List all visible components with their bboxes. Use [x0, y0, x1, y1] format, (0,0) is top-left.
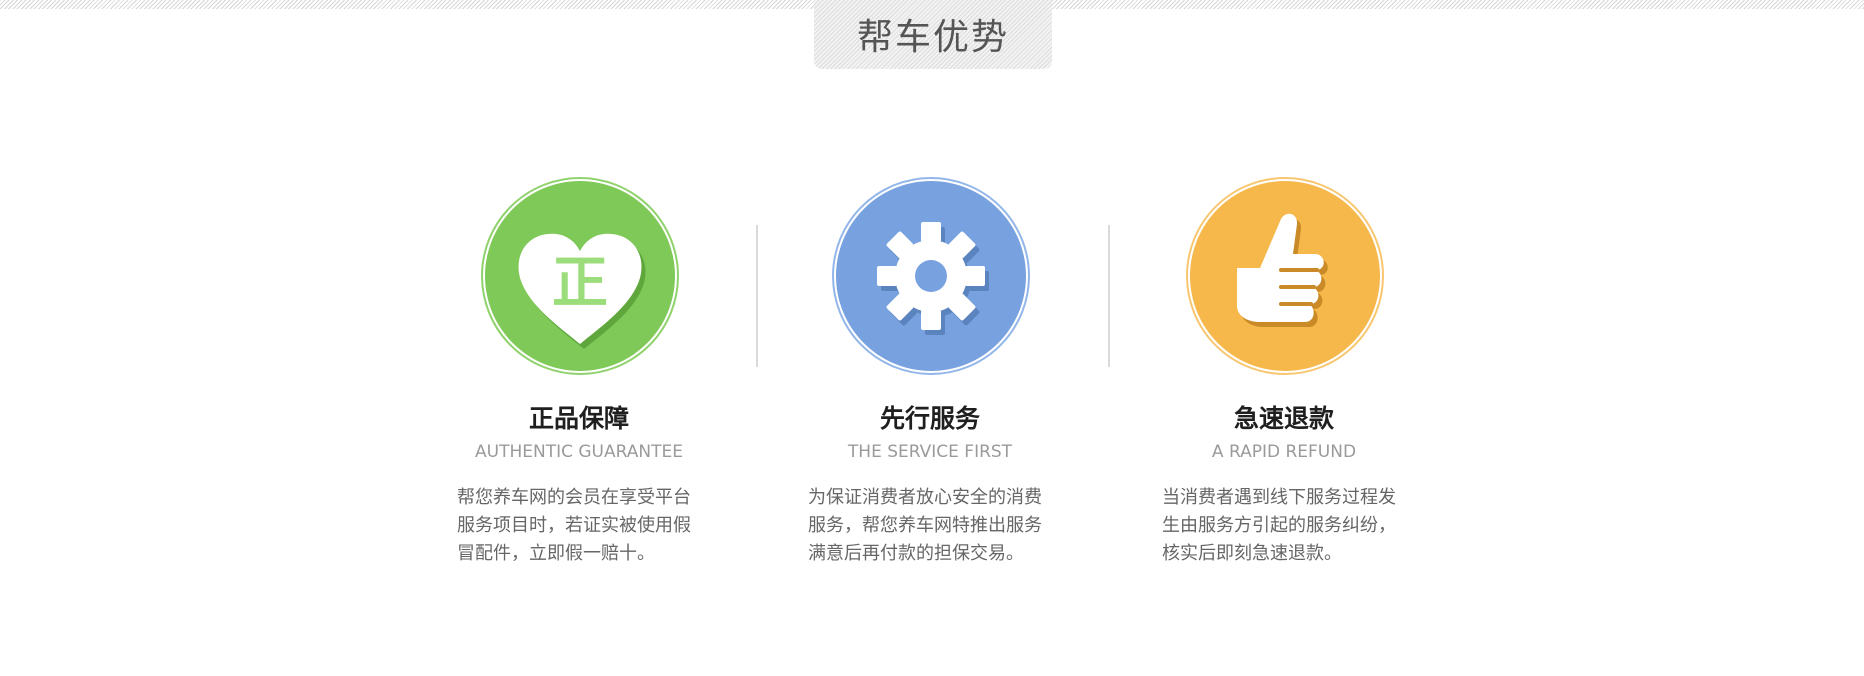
feature-subtitle: AUTHENTIC GUARANTEE	[475, 442, 683, 462]
feature-description: 当消费者遇到线下服务过程发生由服务方引起的服务纠纷，核实后即刻急速退款。	[1162, 487, 1396, 564]
heart-badge-icon: 正	[481, 177, 679, 375]
feature-title: 先行服务	[879, 404, 980, 433]
feature-title: 急速退款	[1233, 404, 1334, 433]
advantages-page: 帮车优势 正 正品保障 AUTHENTIC GUARANTEE 帮您养车网的会员…	[0, 0, 1864, 676]
feature-subtitle: THE SERVICE FIRST	[847, 442, 1013, 462]
feature-description: 帮您养车网的会员在享受平台服务项目时，若证实被使用假冒配件，立即假一赔十。	[457, 487, 691, 564]
feature-subtitle: A RAPID REFUND	[1211, 442, 1357, 462]
gear-icon	[832, 177, 1030, 375]
feature-title: 正品保障	[528, 404, 629, 433]
feature-description: 为保证消费者放心安全的消费服务，帮您养车网特推出服务满意后再付款的担保交易。	[808, 487, 1042, 564]
feature-divider	[1108, 225, 1110, 367]
authentic-guarantee-badge: 正	[480, 176, 680, 376]
thumbs-up-icon	[1186, 177, 1384, 375]
section-title-tab: 帮车优势	[814, 0, 1052, 69]
heart-icon-text: 正	[552, 251, 608, 316]
section-title: 帮车优势	[856, 16, 1009, 58]
service-first-badge	[831, 176, 1031, 376]
feature-divider	[756, 225, 758, 367]
rapid-refund-badge	[1185, 176, 1385, 376]
